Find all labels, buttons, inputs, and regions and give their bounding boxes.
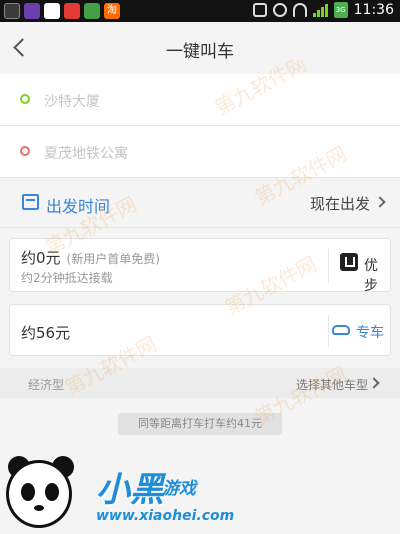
calendar-icon [22, 194, 39, 210]
start-dot-icon [20, 94, 30, 104]
clock-app-icon [24, 3, 40, 19]
departure-time-value: 现在出发 [309, 195, 370, 213]
battery-icon: 3G [333, 2, 348, 18]
map-app-icon [84, 3, 100, 19]
uber-option-card[interactable]: 约0元 (新用户首单免费) 约2分钟抵达接载 优步 [9, 238, 391, 294]
run-app-icon [44, 3, 60, 19]
select-other-car-type[interactable]: 选择其他车型 [296, 376, 368, 393]
premium-option-card[interactable]: 约56元 专车 [9, 304, 391, 356]
premium-price: 约56元 [21, 324, 71, 342]
uber-label: 优步 [364, 258, 378, 294]
start-address: 沙特大厦 [44, 94, 100, 110]
nav-bar: 一键叫车 [0, 22, 400, 74]
signal-icon [312, 3, 328, 17]
start-address-row[interactable]: 沙特大厦 [0, 74, 400, 126]
car-type-label: 经济型 [28, 378, 65, 392]
car-icon [332, 325, 350, 335]
divider [328, 249, 329, 283]
page-title: 一键叫车 [166, 42, 234, 62]
chevron-right-icon [368, 377, 380, 389]
departure-time-label: 出发时间 [46, 197, 111, 216]
fare-comparison: 同等距离打车打车约41元 [118, 413, 282, 435]
end-address-row[interactable]: 夏茂地铁公寓 [0, 126, 400, 178]
status-time: 11:36 [353, 2, 394, 18]
panda-mascot-icon [6, 460, 72, 528]
site-logo: 小黑 游戏 www.xiaohei.com [0, 452, 400, 534]
logo-sub-text: 游戏 [162, 479, 196, 499]
end-address: 夏茂地铁公寓 [44, 146, 128, 162]
chevron-right-icon [374, 196, 386, 208]
status-notification-icons: 淘 [4, 3, 120, 19]
uber-price: 约0元 [21, 249, 61, 267]
status-bar: 淘 3G 11:36 [0, 0, 400, 22]
divider [328, 315, 329, 347]
logo-url: www.xiaohei.com [96, 508, 235, 524]
alarm-icon [272, 3, 287, 17]
uber-logo-icon [340, 253, 358, 271]
end-dot-icon [20, 146, 30, 156]
taobao-app-icon: 淘 [104, 3, 120, 19]
logo-main-text: 小黑 [96, 470, 164, 510]
car-type-row: 经济型 选择其他车型 [0, 368, 400, 398]
shop-app-icon [64, 3, 80, 19]
departure-time-row[interactable]: 出发时间 现在出发 [0, 178, 400, 228]
uber-promo: (新用户首单免费) [66, 252, 160, 266]
shield-app-icon [4, 3, 20, 19]
status-system-icons: 3G 11:36 [252, 2, 394, 18]
uber-eta: 约2分钟抵达接载 [21, 271, 113, 285]
premium-label: 专车 [356, 325, 384, 341]
uber-price-line: 约0元 (新用户首单免费) [21, 247, 160, 268]
wifi-icon [292, 3, 307, 17]
phone-status-icon [252, 3, 267, 17]
